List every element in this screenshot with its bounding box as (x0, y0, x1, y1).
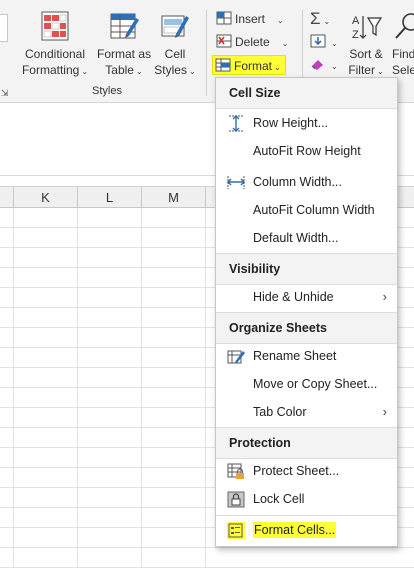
find-select-label-2: Selec (392, 63, 414, 77)
column-width-label: Column Width... (253, 175, 342, 189)
chevron-down-icon: ⌄ (274, 63, 281, 72)
protect-sheet-item[interactable]: Protect Sheet... (216, 457, 397, 485)
find-select-button[interactable]: Find Selec (392, 10, 414, 78)
format-cells-icon (215, 58, 231, 72)
cell-styles-label-2: Styles (154, 63, 187, 77)
row-height-icon (229, 115, 243, 132)
ribbon-left-edge (0, 14, 8, 42)
delete-cells-icon (216, 34, 232, 48)
rename-sheet-label: Rename Sheet (253, 349, 337, 363)
format-as-table-button[interactable]: Format as Table ⌄ (95, 10, 153, 80)
eraser-icon (311, 60, 323, 70)
chevron-down-icon: ⌄ (376, 67, 384, 76)
styles-group-label: Styles (92, 85, 122, 97)
organize-sheets-header: Organize Sheets (216, 313, 397, 343)
hide-unhide-label: Hide & Unhide (253, 290, 334, 304)
autofit-row-height-label: AutoFit Row Height (253, 144, 361, 158)
grid-column-line (141, 208, 142, 568)
format-as-table-icon (110, 13, 139, 39)
fill-button[interactable]: ⌄ (310, 32, 338, 52)
column-header-l[interactable]: L (78, 187, 142, 208)
column-header-partial[interactable] (0, 187, 14, 208)
rename-sheet-item[interactable]: Rename Sheet (216, 342, 397, 370)
chevron-down-icon: ⌄ (281, 39, 289, 48)
delete-label: Delete (235, 35, 270, 49)
format-dropdown-menu: Cell Size Row Height... AutoFit Row Heig… (215, 77, 398, 547)
grid-column-line (205, 208, 206, 568)
group-separator (206, 10, 207, 96)
row-height-item[interactable]: Row Height... (216, 109, 397, 137)
cell-styles-icon (161, 15, 189, 38)
autofit-row-height-item[interactable]: AutoFit Row Height (216, 137, 397, 165)
conditional-formatting-button[interactable]: Conditional Formatting ⌄ (20, 10, 90, 80)
dialog-launcher-icon[interactable]: ⇲ (1, 88, 11, 98)
delete-button[interactable]: Delete ⌄ (216, 32, 288, 52)
move-copy-sheet-item[interactable]: Move or Copy Sheet... (216, 370, 397, 398)
conditional-formatting-label-2: Formatting (21, 63, 80, 77)
chevron-right-icon: › (382, 404, 387, 419)
cell-styles-button[interactable]: Cell Styles ⌄ (153, 10, 197, 80)
autofit-column-width-item[interactable]: AutoFit Column Width (216, 196, 397, 224)
default-width-item[interactable]: Default Width... (216, 224, 397, 252)
format-button[interactable]: Format ⌄ (212, 55, 286, 75)
sort-filter-button[interactable]: A Z Sort & Filter ⌄ (346, 10, 386, 80)
chevron-down-icon: ⌄ (331, 39, 338, 48)
grid-column-line (13, 208, 14, 568)
visibility-header: Visibility (216, 254, 397, 284)
grid-column-line (77, 208, 78, 568)
sort-filter-label-2: Filter (348, 63, 375, 77)
tab-color-label: Tab Color (253, 405, 307, 419)
chevron-down-icon: ⌄ (188, 67, 196, 76)
insert-cells-icon (216, 11, 232, 25)
search-icon (395, 13, 414, 39)
chevron-right-icon: › (382, 289, 387, 304)
conditional-formatting-icon (41, 11, 69, 41)
lock-cell-label: Lock Cell (253, 492, 305, 506)
protect-sheet-label: Protect Sheet... (253, 464, 340, 478)
autosum-button[interactable]: Σ ⌄ (310, 9, 330, 29)
conditional-formatting-label-1: Conditional (24, 47, 86, 61)
column-width-item[interactable]: Column Width... (216, 168, 397, 196)
insert-label: Insert (235, 12, 266, 26)
tab-color-item[interactable]: Tab Color › (216, 398, 397, 426)
hide-unhide-item[interactable]: Hide & Unhide › (216, 283, 397, 311)
chevron-down-icon: ⌄ (135, 67, 143, 76)
insert-button[interactable]: Insert ⌄ (216, 9, 284, 29)
default-width-label: Default Width... (253, 231, 339, 245)
format-cells-item[interactable]: Format Cells... (216, 516, 397, 544)
column-header-k[interactable]: K (14, 187, 78, 208)
chevron-down-icon: ⌄ (331, 62, 338, 71)
sigma-icon: Σ (310, 9, 321, 28)
sort-filter-label-1: Sort & (349, 47, 383, 61)
protection-header: Protection (216, 428, 397, 458)
svg-text:A: A (352, 15, 360, 27)
column-header-m[interactable]: M (142, 187, 206, 208)
chevron-down-icon: ⌄ (323, 17, 331, 26)
format-as-table-label-1: Format as (96, 47, 151, 61)
lock-cell-item[interactable]: Lock Cell (216, 485, 397, 513)
clear-button[interactable]: ⌄ (310, 55, 338, 75)
chevron-down-icon: ⌄ (81, 67, 89, 76)
chevron-down-icon: ⌄ (277, 16, 284, 25)
column-width-icon (227, 176, 245, 189)
format-label: Format (234, 59, 273, 73)
format-cells-label: Format Cells... (253, 522, 337, 538)
fill-down-icon (310, 34, 326, 48)
format-cells-dialog-icon (227, 522, 245, 539)
lock-icon (227, 491, 245, 508)
cell-styles-label-1: Cell (164, 47, 186, 61)
autofit-column-width-label: AutoFit Column Width (253, 203, 375, 217)
move-copy-sheet-label: Move or Copy Sheet... (253, 377, 378, 391)
rename-sheet-icon (227, 350, 245, 364)
row-height-label: Row Height... (253, 116, 329, 130)
format-as-table-label-2: Table (105, 63, 134, 77)
sort-filter-icon: A Z (352, 15, 382, 41)
cell-size-header: Cell Size (216, 78, 397, 108)
protect-sheet-icon (227, 463, 244, 479)
svg-text:Z: Z (352, 29, 359, 41)
find-select-label-1: Find (392, 47, 414, 61)
